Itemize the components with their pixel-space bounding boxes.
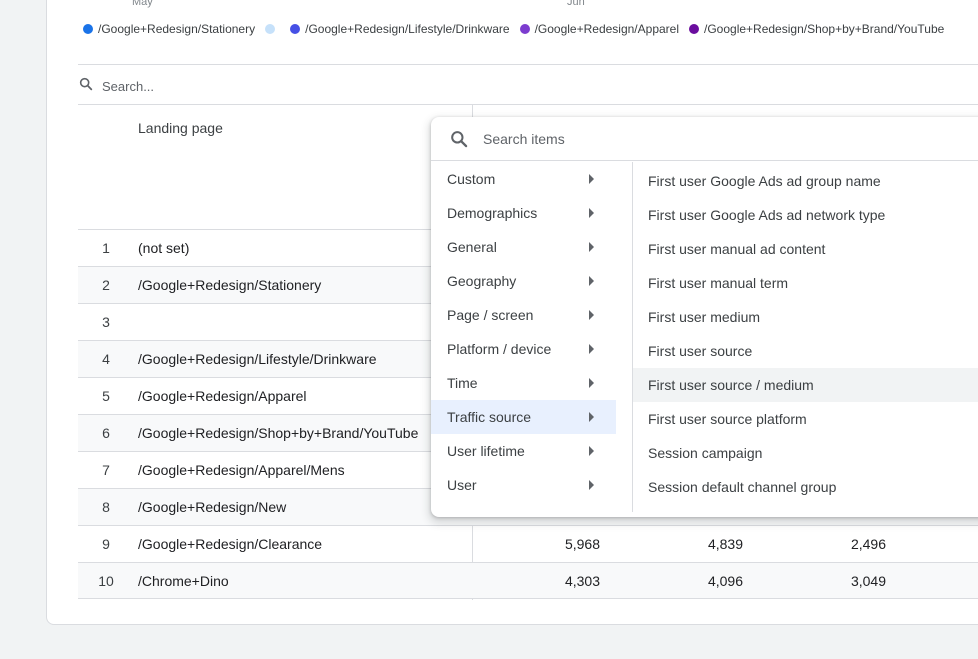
dimension-item[interactable]: First user manual ad content <box>633 232 978 266</box>
table-row[interactable]: 9 /Google+Redesign/Clearance 5,968 4,839… <box>78 525 978 562</box>
dimension-item[interactable]: Session default channel group <box>633 470 978 504</box>
landing-page-cell: /Google+Redesign/New <box>138 499 287 515</box>
dimension-item[interactable]: First user manual term <box>633 266 978 300</box>
row-number: 9 <box>102 536 110 552</box>
category-label: User <box>447 477 477 493</box>
caret-right-icon <box>589 208 594 218</box>
row-number: 10 <box>98 572 114 589</box>
category-item-platform-device[interactable]: Platform / device <box>431 332 616 366</box>
menu-search <box>431 117 978 161</box>
legend-item[interactable]: /Google+Redesign/Apparel <box>519 22 679 36</box>
category-item-geography[interactable]: Geography <box>431 264 616 298</box>
search-icon <box>78 76 94 97</box>
search-items-input[interactable] <box>483 130 783 147</box>
category-label: Demographics <box>447 205 538 221</box>
dimension-item[interactable]: First user source platform <box>633 402 978 436</box>
category-item-time[interactable]: Time <box>431 366 616 400</box>
category-label: Custom <box>447 171 496 187</box>
category-item-general[interactable]: General <box>431 230 616 264</box>
category-label: General <box>447 239 497 255</box>
landing-page-cell: /Google+Redesign/Shop+by+Brand/YouTube <box>138 425 419 441</box>
metric-cell: 2,496 <box>850 536 886 552</box>
landing-page-cell: (not set) <box>138 240 190 256</box>
category-item-user-lifetime[interactable]: User lifetime <box>431 434 616 468</box>
legend-dot <box>290 24 301 34</box>
divider <box>78 64 978 65</box>
landing-page-cell: /Google+Redesign/Lifestyle/Drinkware <box>138 351 377 367</box>
category-item-page-screen[interactable]: Page / screen <box>431 298 616 332</box>
legend-dot <box>265 24 276 34</box>
category-label: Time <box>447 375 478 391</box>
category-label: Geography <box>447 273 517 289</box>
category-label: Platform / device <box>447 341 552 357</box>
landing-page-cell: /Google+Redesign/Stationery <box>138 277 322 293</box>
landing-page-cell: /Chrome+Dino <box>138 572 229 589</box>
table-search-input[interactable] <box>102 78 402 94</box>
legend-label: /Google+Redesign/Apparel <box>534 22 679 36</box>
caret-right-icon <box>589 480 594 490</box>
row-number: 8 <box>102 499 110 515</box>
row-number: 5 <box>102 388 110 404</box>
search-icon <box>449 129 469 149</box>
category-list: Custom Demographics General Geography Pa… <box>431 162 616 502</box>
category-label: User lifetime <box>447 443 525 459</box>
dimension-item[interactable]: First user medium <box>633 300 978 334</box>
row-number: 2 <box>102 277 110 293</box>
caret-right-icon <box>589 344 594 354</box>
legend-label: /Google+Redesign/Stationery <box>98 22 256 36</box>
legend-dot <box>519 24 530 34</box>
table-row[interactable]: 10 /Chrome+Dino 4,303 4,096 3,049 <box>78 562 978 599</box>
category-item-custom[interactable]: Custom <box>431 162 616 196</box>
category-label: Page / screen <box>447 307 534 323</box>
caret-right-icon <box>589 446 594 456</box>
row-number: 4 <box>102 351 110 367</box>
legend-item[interactable] <box>265 24 280 34</box>
metric-cell: 3,049 <box>850 572 886 589</box>
category-item-demographics[interactable]: Demographics <box>431 196 616 230</box>
dimension-item[interactable]: First user Google Ads ad network type <box>633 198 978 232</box>
row-number: 6 <box>102 425 110 441</box>
caret-right-icon <box>589 378 594 388</box>
legend-dot <box>689 24 699 34</box>
metric-cell: 4,096 <box>707 572 743 589</box>
caret-right-icon <box>589 276 594 286</box>
category-item-traffic-source[interactable]: Traffic source <box>431 400 616 434</box>
landing-page-cell: /Google+Redesign/Apparel <box>138 388 307 404</box>
category-item-user[interactable]: User <box>431 468 616 502</box>
caret-right-icon <box>589 412 594 422</box>
dimension-item[interactable]: Session campaign <box>633 436 978 470</box>
x-axis-label-may: May <box>132 0 153 8</box>
metric-cell: 4,303 <box>564 572 600 589</box>
legend-label: /Google+Redesign/Shop+by+Brand/YouTube <box>704 22 945 36</box>
dimension-item[interactable]: First user source <box>633 334 978 368</box>
row-number: 3 <box>102 314 110 330</box>
landing-page-cell: /Google+Redesign/Apparel/Mens <box>138 462 345 478</box>
dimension-picker-menu: Custom Demographics General Geography Pa… <box>431 117 978 517</box>
row-number: 1 <box>102 240 110 256</box>
divider <box>78 104 978 105</box>
dimension-item[interactable]: First user Google Ads ad group name <box>633 164 978 198</box>
row-number: 7 <box>102 462 110 478</box>
landing-page-column-header[interactable]: Landing page <box>138 120 223 136</box>
caret-right-icon <box>589 174 594 184</box>
caret-right-icon <box>589 310 594 320</box>
caret-right-icon <box>589 242 594 252</box>
landing-page-cell: /Google+Redesign/Clearance <box>138 536 323 552</box>
legend-item[interactable]: /Google+Redesign/Stationery <box>83 22 255 36</box>
dimension-item[interactable]: First user source / medium <box>633 368 978 402</box>
chart-legend: /Google+Redesign/Stationery /Google+Rede… <box>83 22 954 36</box>
table-search <box>78 70 978 102</box>
legend-label: /Google+Redesign/Lifestyle/Drinkware <box>305 22 510 36</box>
metric-cell: 4,839 <box>707 536 743 552</box>
x-axis-label-jun: Jun <box>567 0 585 8</box>
metric-cell: 5,968 <box>564 536 600 552</box>
dimension-list: First user Google Ads ad group name Firs… <box>633 164 978 504</box>
legend-item[interactable]: /Google+Redesign/Shop+by+Brand/YouTube <box>689 22 944 36</box>
category-label: Traffic source <box>447 409 532 425</box>
legend-item[interactable]: /Google+Redesign/Lifestyle/Drinkware <box>290 22 510 36</box>
legend-dot <box>83 24 93 34</box>
